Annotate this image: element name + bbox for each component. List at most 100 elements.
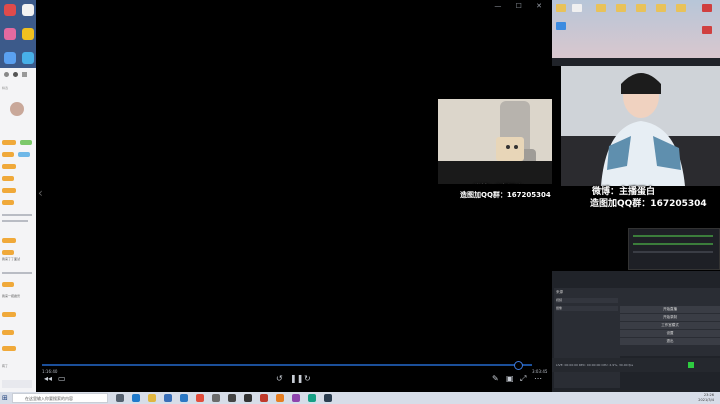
- edge-icon[interactable]: [132, 394, 140, 402]
- app-shortcut-icon[interactable]: [4, 28, 16, 40]
- exit-button[interactable]: 退出: [620, 338, 720, 345]
- mail-icon[interactable]: [180, 394, 188, 402]
- chat-badge: [2, 250, 14, 255]
- mixer-panel: [628, 228, 720, 270]
- chat-badge: [2, 164, 16, 169]
- chat-badge: [2, 282, 14, 287]
- chat-message: 我来一把魔兽: [2, 294, 21, 298]
- obs-preview[interactable]: 微博：主播蛋白 造图加QQ群：167205304: [552, 66, 720, 271]
- status-bar: LIVE: 00:00:00 REC: 00:00:00 CPU: 2.9%, …: [552, 358, 720, 372]
- obs-controls: 开始直播 开始录制 工作室模式 设置 退出: [620, 288, 720, 356]
- volume-icon[interactable]: ◂◂: [44, 374, 52, 383]
- chat-badge: [2, 346, 16, 351]
- player-icon[interactable]: [260, 394, 268, 402]
- forward-icon[interactable]: ↻: [304, 374, 311, 383]
- source-row[interactable]: 摄像: [556, 306, 618, 311]
- chat-badge: [2, 200, 14, 205]
- start-icon[interactable]: ⊞: [2, 394, 10, 402]
- audio-meter: [633, 251, 713, 253]
- chat-badge: [2, 330, 14, 335]
- search-input[interactable]: 在这里输入你要搜索的内容: [12, 393, 108, 403]
- avatar[interactable]: [13, 72, 18, 77]
- studio-mode-button[interactable]: 工作室模式: [620, 322, 720, 329]
- overlay-caption-qq: 造图加QQ群：167205304: [590, 199, 707, 209]
- chat-badge: [2, 140, 16, 145]
- previous-arrow-icon[interactable]: ‹: [38, 186, 43, 200]
- folder-icon[interactable]: [676, 4, 686, 12]
- file-icon[interactable]: [572, 4, 582, 12]
- app-icon[interactable]: [556, 22, 566, 30]
- folder-icon[interactable]: [596, 4, 606, 12]
- app-shortcut-icon[interactable]: [4, 52, 16, 64]
- chat-badge: [2, 238, 16, 243]
- source-row[interactable]: 视频: [556, 298, 618, 303]
- obs-icon[interactable]: [244, 394, 252, 402]
- chat-badge: [20, 140, 32, 145]
- app-shortcut-icon[interactable]: [22, 4, 34, 16]
- desktop-wallpaper: [552, 0, 720, 58]
- pinned-app-icon[interactable]: [292, 394, 300, 402]
- cast-icon[interactable]: ▣: [506, 374, 514, 383]
- heart-icon[interactable]: [4, 72, 9, 77]
- media-icon[interactable]: [228, 394, 236, 402]
- overlay-caption-qq: 造图加QQ群：167205304: [460, 191, 551, 199]
- webcam-overlay: 微博：主播蛋白: [438, 99, 552, 184]
- audio-meter: [633, 235, 713, 237]
- webcam-preview: [561, 66, 720, 186]
- chat-badge: [2, 312, 16, 317]
- settings-icon[interactable]: [212, 394, 220, 402]
- start-stream-button[interactable]: 开始直播: [620, 306, 720, 313]
- app-icon[interactable]: [702, 4, 712, 12]
- webcam-scene: [438, 99, 552, 184]
- chat-badge: [2, 188, 16, 193]
- pause-icon[interactable]: ❚❚: [290, 374, 303, 383]
- app-shortcut-icon[interactable]: [4, 4, 16, 16]
- more-icon[interactable]: ⋯: [534, 374, 542, 383]
- overlay-caption-weibo: 微博：主播蛋白: [474, 183, 523, 184]
- folder-icon[interactable]: [616, 4, 626, 12]
- rewind-icon[interactable]: ↺: [276, 374, 283, 383]
- store-icon[interactable]: [164, 394, 172, 402]
- chat-tab-label[interactable]: 精选: [2, 86, 8, 90]
- webcam-person: [561, 66, 720, 186]
- status-indicator: [688, 362, 694, 368]
- chat-badge: [18, 152, 30, 157]
- pinned-app-icon[interactable]: [324, 394, 332, 402]
- status-text: LIVE: 00:00:00 REC: 00:00:00 CPU: 2.9%, …: [556, 363, 634, 367]
- menu-icon[interactable]: [22, 72, 27, 77]
- chat-message: [2, 214, 32, 216]
- folder-icon[interactable]: [656, 4, 666, 12]
- clock-date: 2021/3/4: [698, 398, 714, 402]
- source-header: 来源: [556, 290, 563, 294]
- task-view-icon[interactable]: [116, 394, 124, 402]
- app-shortcut-icon[interactable]: [22, 52, 34, 64]
- app-icon[interactable]: [702, 26, 712, 34]
- edit-icon[interactable]: ✎: [492, 374, 499, 383]
- window-controls[interactable]: — ☐ ✕: [494, 2, 548, 10]
- progress-knob[interactable]: [514, 361, 523, 370]
- chrome-icon[interactable]: [196, 394, 204, 402]
- chat-input[interactable]: [2, 380, 32, 388]
- system-clock[interactable]: 23:26 2021/3/4: [698, 393, 714, 403]
- app-shortcut-icon[interactable]: [22, 28, 34, 40]
- progress-bar[interactable]: [42, 364, 532, 366]
- chat-sidebar: 精选 我来了了面试 我来一把魔兽 有了: [0, 0, 36, 392]
- desktop-icons-area: [0, 0, 36, 68]
- settings-button[interactable]: 设置: [620, 330, 720, 337]
- audio-meter: [633, 243, 713, 245]
- chat-message: 我来了了面试: [2, 257, 21, 261]
- playlist-icon[interactable]: ▭: [58, 374, 66, 383]
- pinned-app-icon[interactable]: [308, 394, 316, 402]
- source-list: 来源 视频 摄像: [554, 288, 620, 388]
- chat-badge: [2, 152, 14, 157]
- pinned-app-icon[interactable]: [276, 394, 284, 402]
- start-record-button[interactable]: 开始录制: [620, 314, 720, 321]
- chat-message: 有了: [2, 364, 9, 368]
- chat-badge: [2, 176, 14, 181]
- taskbar: ⊞ 在这里输入你要搜索的内容 23:26 2021/3/4: [0, 392, 720, 404]
- streamer-avatar[interactable]: [10, 102, 24, 116]
- fullscreen-icon[interactable]: ⤢: [520, 374, 526, 384]
- explorer-icon[interactable]: [148, 394, 156, 402]
- folder-icon[interactable]: [636, 4, 646, 12]
- folder-icon[interactable]: [556, 4, 566, 12]
